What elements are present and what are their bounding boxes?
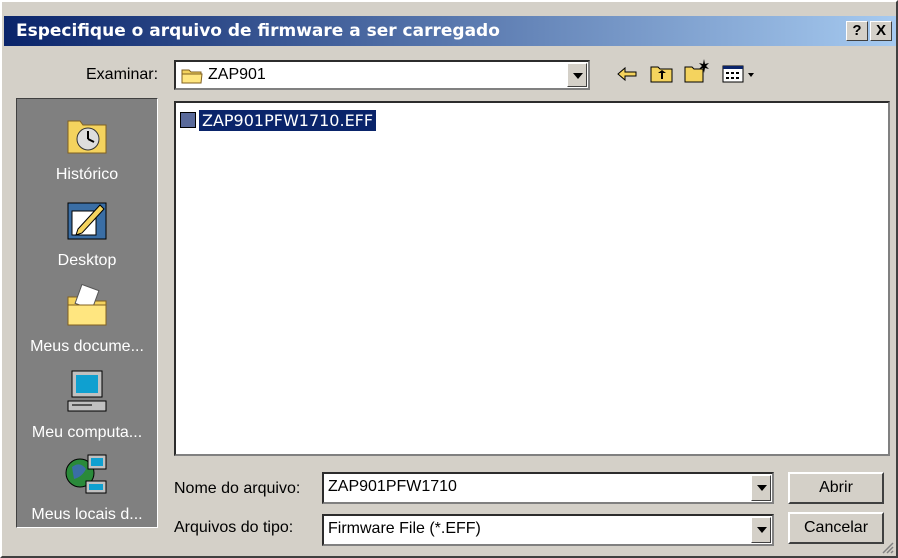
file-item-name: ZAP901PFW1710.EFF — [199, 109, 377, 131]
folder-icon — [181, 69, 203, 84]
file-open-dialog: Especifique o arquivo de firmware a ser … — [0, 0, 898, 558]
new-folder-icon[interactable] — [684, 58, 710, 83]
place-computer[interactable]: Meu computa... — [17, 369, 157, 442]
filetype-value: Firmware File (*.EFF) — [328, 520, 481, 537]
view-menu-icon[interactable] — [722, 64, 758, 84]
dialog-title: Especifique o arquivo de firmware a ser … — [16, 21, 500, 41]
firmware-file-icon — [180, 112, 196, 128]
documents-folder-icon — [67, 283, 107, 326]
back-arrow-icon[interactable] — [616, 66, 638, 82]
resize-grip-icon[interactable] — [880, 540, 894, 554]
history-icon — [67, 120, 107, 154]
place-documents[interactable]: Meus docume... — [17, 283, 157, 356]
close-button[interactable]: X — [870, 21, 892, 41]
place-history-label: Histórico — [55, 166, 119, 183]
place-desktop-label: Desktop — [57, 252, 117, 269]
lookin-dropdown-button[interactable] — [567, 63, 587, 87]
places-bar: Histórico Desktop Meus docume... Meu com… — [16, 98, 158, 528]
computer-icon — [67, 370, 107, 412]
desktop-icon — [67, 202, 107, 240]
filetype-dropdown-button[interactable] — [751, 517, 771, 543]
place-network-label: Meus locais d... — [31, 506, 143, 523]
filetype-label: Arquivos do tipo: — [174, 519, 294, 536]
place-network[interactable]: Meus locais d... — [17, 451, 157, 524]
network-places-icon — [65, 454, 107, 494]
up-folder-icon[interactable] — [650, 63, 674, 83]
lookin-value: ZAP901 — [208, 66, 266, 83]
place-documents-label: Meus docume... — [30, 338, 144, 355]
lookin-combo[interactable]: ZAP901 — [174, 60, 590, 90]
filetype-combo[interactable]: Firmware File (*.EFF) — [322, 514, 774, 546]
file-item[interactable]: ZAP901PFW1710.EFF — [180, 109, 377, 131]
place-desktop[interactable]: Desktop — [17, 197, 157, 270]
filename-label: Nome do arquivo: — [174, 480, 301, 497]
title-bar[interactable]: Especifique o arquivo de firmware a ser … — [4, 16, 896, 46]
filename-combo[interactable]: ZAP901PFW1710 — [322, 472, 774, 504]
filename-dropdown-button[interactable] — [751, 475, 771, 501]
open-button[interactable]: Abrir — [788, 472, 884, 504]
filename-input[interactable]: ZAP901PFW1710 — [328, 478, 457, 496]
place-history[interactable]: Histórico — [17, 111, 157, 184]
place-computer-label: Meu computa... — [31, 424, 143, 441]
lookin-label: Examinar: — [86, 66, 159, 83]
help-button[interactable]: ? — [846, 21, 868, 41]
file-list[interactable]: ZAP901PFW1710.EFF — [174, 101, 890, 456]
cancel-button[interactable]: Cancelar — [788, 512, 884, 544]
